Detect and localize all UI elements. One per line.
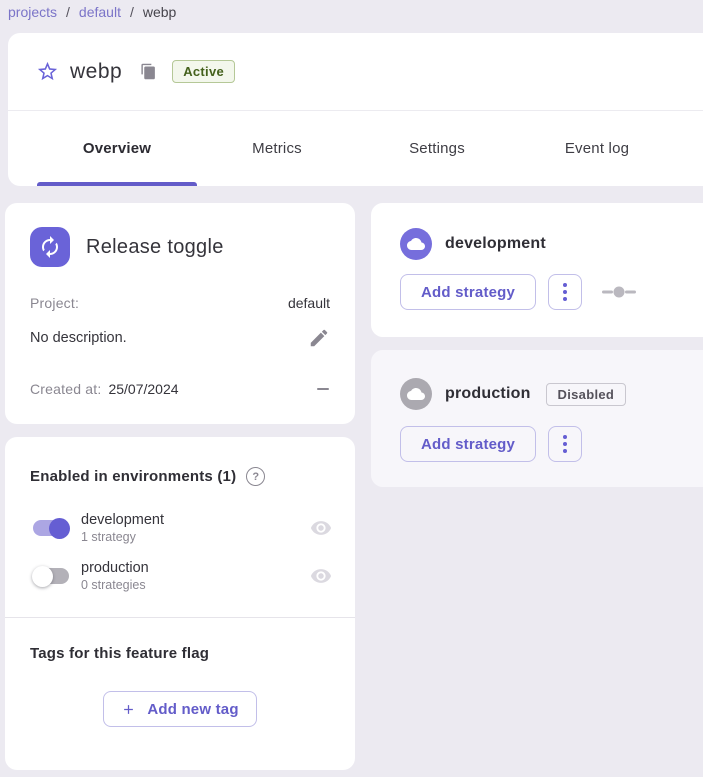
- environment-row-development: development 1 strategy: [5, 512, 355, 544]
- environment-name: production: [81, 560, 149, 576]
- environments-card: Enabled in environments (1) ? developmen…: [5, 437, 355, 770]
- created-row: Created at: 25/07/2024: [5, 381, 355, 397]
- tab-overview[interactable]: Overview: [37, 111, 197, 186]
- tab-settings[interactable]: Settings: [357, 111, 517, 186]
- tab-bar: Overview Metrics Settings Event log: [8, 111, 703, 186]
- project-row: Project: default: [5, 295, 355, 311]
- development-toggle[interactable]: [32, 518, 70, 539]
- environment-strategy-count: 0 strategies: [81, 578, 149, 592]
- panel-actions: Add strategy: [371, 410, 703, 462]
- collapse-icon[interactable]: [316, 382, 330, 396]
- flag-type-label: Release toggle: [86, 236, 224, 259]
- title-row: webp Active: [8, 33, 703, 111]
- breadcrumb-projects[interactable]: projects: [8, 4, 57, 20]
- environment-strategy-count: 1 strategy: [81, 530, 164, 544]
- environment-row-production: production 0 strategies: [5, 560, 355, 592]
- add-strategy-button[interactable]: Add strategy: [400, 426, 536, 462]
- environments-title: Enabled in environments (1): [30, 468, 236, 485]
- created-value: 25/07/2024: [108, 381, 178, 397]
- edit-description-icon[interactable]: [308, 327, 330, 349]
- eye-icon[interactable]: [310, 517, 332, 539]
- header-card: webp Active Overview Metrics Settings Ev…: [8, 33, 703, 186]
- status-badge: Active: [172, 60, 235, 83]
- flag-details-card: Release toggle Project: default No descr…: [5, 203, 355, 424]
- project-value: default: [288, 295, 330, 311]
- breadcrumb: projects / default / webp: [8, 1, 176, 23]
- environments-header: Enabled in environments (1) ?: [5, 437, 355, 486]
- cloud-icon: [400, 378, 432, 410]
- tab-metrics[interactable]: Metrics: [197, 111, 357, 186]
- page-title: webp: [70, 60, 122, 84]
- feature-flag-page: projects / default / webp webp Active Ov…: [0, 0, 703, 777]
- tab-event-log[interactable]: Event log: [517, 111, 677, 186]
- flag-type-header: Release toggle: [5, 203, 355, 267]
- panel-actions: Add strategy: [371, 260, 703, 310]
- disabled-badge: Disabled: [546, 383, 627, 406]
- breadcrumb-separator: /: [130, 4, 134, 20]
- kebab-menu-icon[interactable]: [548, 426, 582, 462]
- panel-environment-name: development: [445, 235, 546, 253]
- tags-title: Tags for this feature flag: [5, 618, 355, 662]
- environment-text: production 0 strategies: [81, 560, 149, 592]
- project-label: Project:: [30, 295, 79, 311]
- star-icon[interactable]: [35, 60, 59, 84]
- production-toggle[interactable]: [32, 566, 70, 587]
- panel-header: production Disabled: [371, 350, 703, 410]
- panel-header: development: [371, 203, 703, 260]
- copy-icon[interactable]: [139, 63, 157, 81]
- panel-environment-name: production: [445, 385, 531, 403]
- environment-text: development 1 strategy: [81, 512, 164, 544]
- breadcrumb-current: webp: [143, 4, 176, 20]
- production-strategy-panel: production Disabled Add strategy: [371, 350, 703, 487]
- created-label: Created at:: [30, 381, 101, 397]
- help-icon[interactable]: ?: [246, 467, 265, 486]
- development-strategy-panel: development Add strategy: [371, 203, 703, 337]
- connection-status-icon: [602, 286, 636, 298]
- release-toggle-icon: [30, 227, 70, 267]
- cloud-icon: [400, 228, 432, 260]
- add-new-tag-label: Add new tag: [147, 701, 238, 718]
- kebab-menu-icon[interactable]: [548, 274, 582, 310]
- breadcrumb-separator: /: [66, 4, 70, 20]
- created-group: Created at: 25/07/2024: [30, 381, 179, 397]
- add-new-tag-button[interactable]: Add new tag: [103, 691, 257, 727]
- environment-name: development: [81, 512, 164, 528]
- description-row: No description.: [5, 327, 355, 349]
- add-strategy-button[interactable]: Add strategy: [400, 274, 536, 310]
- plus-icon: [121, 702, 136, 717]
- eye-icon[interactable]: [310, 565, 332, 587]
- description-text: No description.: [30, 330, 127, 346]
- breadcrumb-default[interactable]: default: [79, 4, 121, 20]
